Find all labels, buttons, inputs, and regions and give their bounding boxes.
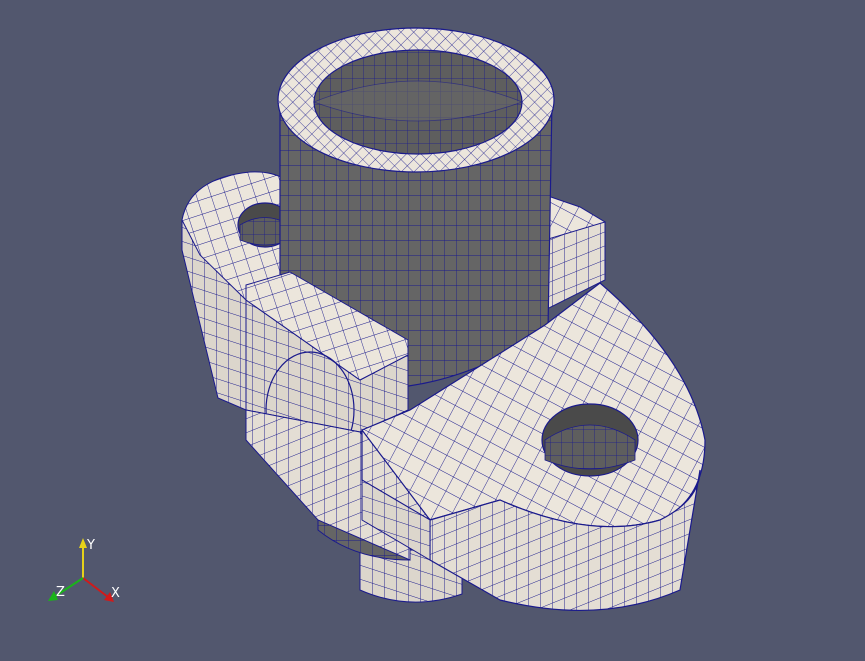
x-axis-line bbox=[82, 577, 109, 598]
y-axis-label: Y bbox=[86, 538, 95, 553]
x-axis-label: X bbox=[111, 586, 120, 601]
y-axis-arrow bbox=[79, 538, 87, 548]
mesh-scene[interactable]: Y X Z bbox=[0, 0, 865, 661]
z-axis-label: Z bbox=[56, 585, 65, 600]
render-view[interactable]: Y X Z bbox=[0, 0, 865, 661]
orientation-axes: Y X Z bbox=[48, 538, 120, 602]
